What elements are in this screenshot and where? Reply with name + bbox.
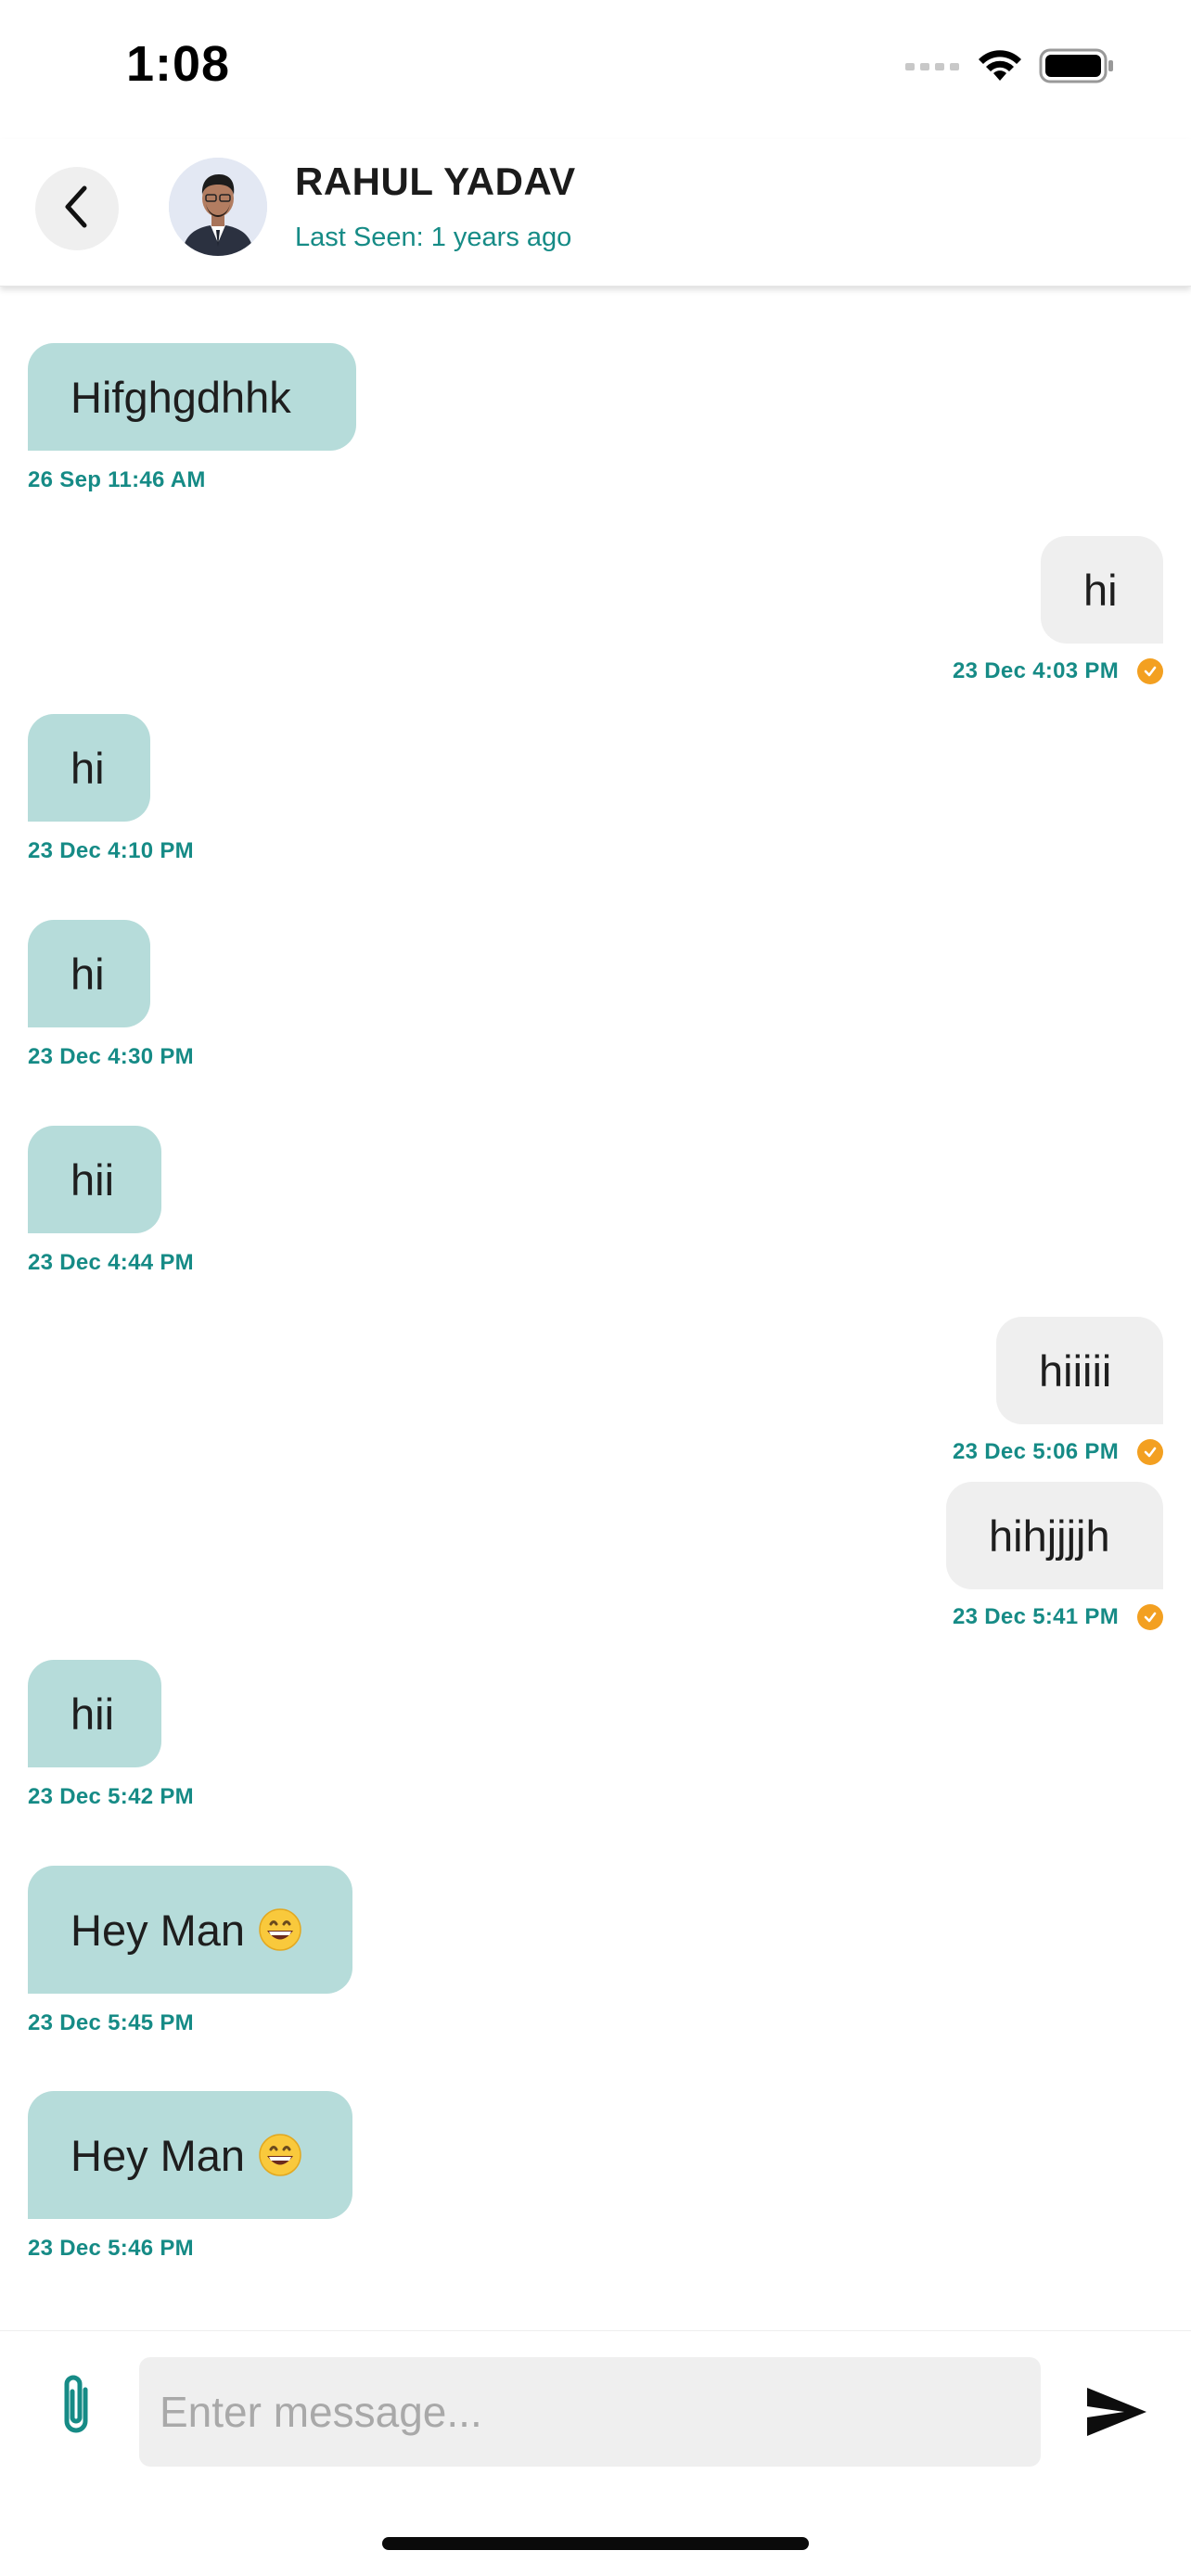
message-bubble[interactable]: hihjjjjh [946,1482,1163,1589]
message-timestamp: 23 Dec 4:10 PM [28,838,194,863]
grinning-face-emoji-icon [258,2133,302,2177]
message-bubble[interactable]: Hifghgdhhk [28,343,356,451]
read-receipt-icon [1137,1604,1163,1630]
last-seen-status: Last Seen: 1 years ago [295,223,572,252]
grinning-face-emoji-icon [258,1907,302,1952]
message-outgoing: hi [1041,536,1163,644]
message-incoming: hii [28,1126,161,1233]
message-timestamp: 23 Dec 4:30 PM [28,1044,194,1069]
status-time: 1:08 [126,36,231,92]
message-bubble[interactable]: hii [28,1126,161,1233]
message-bubble[interactable]: hi [1041,536,1163,644]
message-timestamp: 23 Dec 5:06 PM [953,1439,1163,1465]
contact-name: RAHUL YADAV [295,159,576,203]
message-list[interactable]: Hifghgdhhk 26 Sep 11:46 AM hi 23 Dec 4:0… [0,286,1191,2330]
message-outgoing: hiiiii [996,1317,1163,1424]
send-icon [1083,2384,1150,2444]
message-timestamp: 23 Dec 4:44 PM [28,1250,194,1275]
chevron-left-icon [58,183,96,236]
wifi-icon [976,47,1024,89]
message-incoming: hi [28,920,150,1027]
chat-header: RAHUL YADAV Last Seen: 1 years ago [0,139,1191,287]
message-text: hii [70,1154,115,1205]
message-bubble[interactable]: hii [28,1660,161,1767]
message-timestamp: 23 Dec 5:42 PM [28,1784,194,1809]
message-timestamp: 23 Dec 5:41 PM [953,1604,1163,1630]
message-bubble[interactable]: hiiiii [996,1317,1163,1424]
message-incoming: Hey Man [28,2091,352,2219]
message-outgoing: hihjjjjh [946,1482,1163,1589]
read-receipt-icon [1137,658,1163,684]
status-icons [905,45,1115,91]
message-bubble[interactable]: Hey Man [28,2091,352,2219]
battery-icon [1039,47,1115,89]
message-text: hi [1083,565,1118,615]
message-composer [0,2330,1191,2470]
message-text: hii [70,1689,115,1739]
message-input[interactable] [139,2357,1041,2467]
cellular-signal-icon [905,59,961,77]
paperclip-icon [56,2369,96,2444]
message-bubble[interactable]: Hey Man [28,1866,352,1994]
message-text: hi [70,743,105,793]
message-incoming: Hifghgdhhk [28,343,356,451]
message-text: hiiiii [1039,1345,1112,1396]
read-receipt-icon [1137,1439,1163,1465]
message-incoming: hii [28,1660,161,1767]
message-timestamp: 23 Dec 5:46 PM [28,2236,194,2261]
back-button[interactable] [35,167,119,250]
message-text: Hey Man [70,1905,246,1955]
send-button[interactable] [1076,2374,1158,2454]
message-timestamp: 23 Dec 4:03 PM [953,658,1163,684]
message-text: Hifghgdhhk [70,372,291,422]
attach-button[interactable] [41,2365,111,2448]
message-timestamp: 23 Dec 5:45 PM [28,2010,194,2035]
home-indicator [382,2537,809,2550]
message-bubble[interactable]: hi [28,920,150,1027]
message-incoming: Hey Man [28,1866,352,1994]
status-bar: 1:08 [0,0,1191,139]
message-timestamp: 26 Sep 11:46 AM [28,467,206,492]
message-text: hihjjjjh [989,1511,1110,1561]
message-text: Hey Man [70,2130,246,2180]
avatar[interactable] [169,158,267,256]
message-text: hi [70,949,105,999]
message-incoming: hi [28,714,150,822]
message-bubble[interactable]: hi [28,714,150,822]
